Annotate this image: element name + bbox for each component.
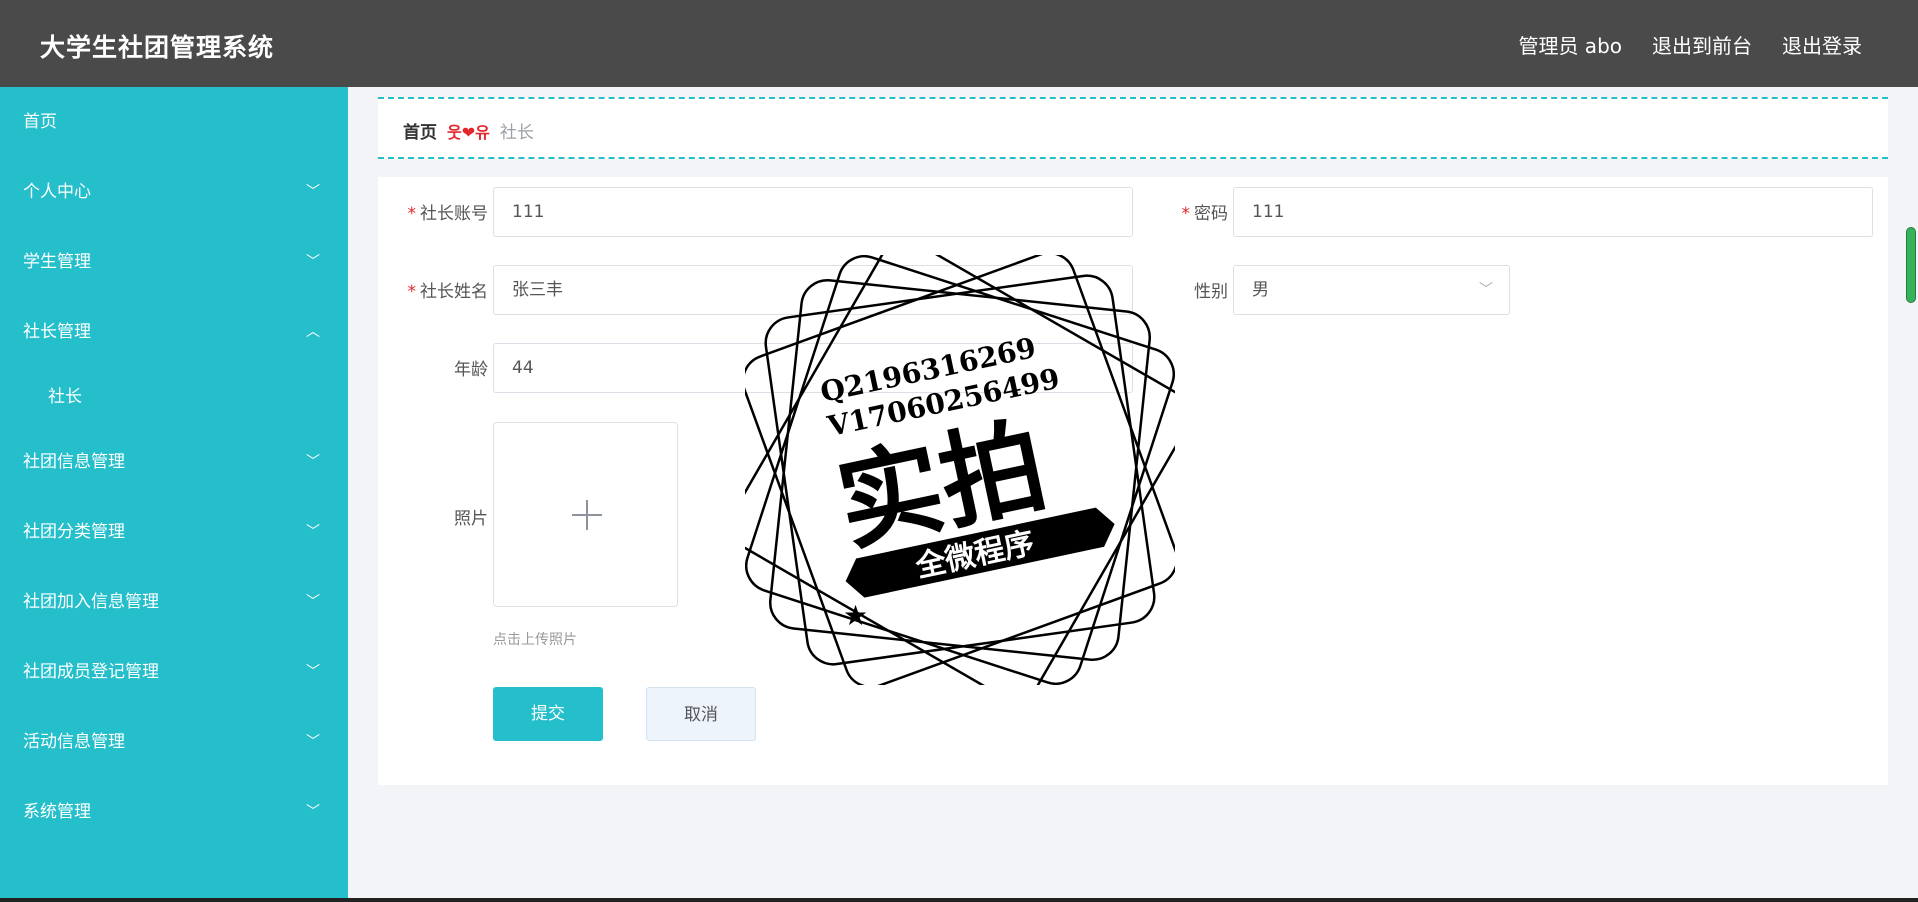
name-value: 张三丰 <box>512 280 563 300</box>
sidebar-item-activity-info[interactable]: 活动信息管理 ﹀ <box>0 707 348 777</box>
bottom-edge <box>0 898 1918 902</box>
sidebar-item-label: 社团成员登记管理 <box>23 662 159 682</box>
cancel-button[interactable]: 取消 <box>646 687 756 741</box>
sidebar-item-president-management[interactable]: 社长管理 ︿ <box>0 297 348 367</box>
password-input[interactable]: 111 <box>1233 187 1873 237</box>
chevron-down-icon: ﹀ <box>306 664 320 680</box>
top-header: 大学生社团管理系统 管理员 abo 退出到前台 退出登录 <box>0 0 1918 87</box>
sidebar-item-label: 首页 <box>23 112 57 132</box>
required-marker: * <box>407 282 417 302</box>
chevron-down-icon: ﹀ <box>306 454 320 470</box>
sidebar-item-student-management[interactable]: 学生管理 ﹀ <box>0 227 348 297</box>
sidebar-item-label: 社团信息管理 <box>23 452 125 472</box>
account-value: 111 <box>512 202 545 222</box>
age-input[interactable]: 44 <box>493 343 1133 393</box>
required-marker: * <box>1181 204 1191 224</box>
upload-hint: 点击上传照片 <box>493 632 577 648</box>
sidebar-item-personal-center[interactable]: 个人中心 ﹀ <box>0 157 348 227</box>
account-input[interactable]: 111 <box>493 187 1133 237</box>
password-label: * 密码 <box>1118 199 1229 224</box>
sidebar-subitem-president[interactable]: 社长 <box>0 367 348 427</box>
logout-link[interactable]: 退出登录 <box>1782 30 1862 59</box>
password-label-text: 密码 <box>1194 204 1228 224</box>
breadcrumb-bar: 首页 웃❤유 社长 <box>378 97 1888 159</box>
sidebar-item-label: 学生管理 <box>23 252 91 272</box>
sidebar-item-member-registration[interactable]: 社团成员登记管理 ﹀ <box>0 637 348 707</box>
sidebar-item-club-join[interactable]: 社团加入信息管理 ﹀ <box>0 567 348 637</box>
breadcrumb: 首页 웃❤유 社长 <box>403 118 534 144</box>
password-value: 111 <box>1252 202 1285 222</box>
sidebar-item-label: 社团加入信息管理 <box>23 592 159 612</box>
account-label: * 社长账号 <box>378 199 489 224</box>
account-label-text: 社长账号 <box>420 204 488 224</box>
sidebar: 首页 个人中心 ﹀ 学生管理 ﹀ 社长管理 ︿ 社长 社团信息管理 ﹀ 社团分类… <box>0 87 348 899</box>
chevron-down-icon: ﹀ <box>306 734 320 750</box>
sidebar-item-label: 活动信息管理 <box>23 732 125 752</box>
photo-label: 照片 <box>378 504 488 529</box>
app-title: 大学生社团管理系统 <box>40 33 275 62</box>
sidebar-item-club-info[interactable]: 社团信息管理 ﹀ <box>0 427 348 497</box>
submit-button[interactable]: 提交 <box>493 687 603 741</box>
gender-label: 性别 <box>1118 277 1228 302</box>
gender-label-text: 性别 <box>1194 282 1228 302</box>
breadcrumb-separator: 웃❤유 <box>447 122 490 142</box>
chevron-down-icon: ﹀ <box>306 524 320 540</box>
name-label-text: 社长姓名 <box>420 282 488 302</box>
scrollbar-thumb[interactable] <box>1906 227 1916 303</box>
breadcrumb-home[interactable]: 首页 <box>403 118 437 143</box>
photo-label-text: 照片 <box>454 509 488 529</box>
name-input[interactable]: 张三丰 <box>493 265 1133 315</box>
age-label-text: 年龄 <box>454 360 488 380</box>
chevron-down-icon: ﹀ <box>306 254 320 270</box>
sidebar-item-label: 社长管理 <box>23 322 91 342</box>
sidebar-item-label: 个人中心 <box>23 182 91 202</box>
photo-upload[interactable] <box>493 422 678 607</box>
required-marker: * <box>407 204 417 224</box>
chevron-down-icon: ﹀ <box>1479 282 1493 298</box>
top-actions: 管理员 abo 退出到前台 退出登录 <box>1518 30 1862 59</box>
chevron-down-icon: ﹀ <box>306 184 320 200</box>
sidebar-item-system-management[interactable]: 系统管理 ﹀ <box>0 777 348 847</box>
sidebar-item-label: 系统管理 <box>23 802 91 822</box>
sidebar-item-label: 社团分类管理 <box>23 522 125 542</box>
chevron-down-icon: ﹀ <box>306 594 320 610</box>
main-content: 首页 웃❤유 社长 * 社长账号 111 * 密码 111 * 社长姓名 张三丰 性别 <box>348 87 1918 899</box>
gender-select[interactable]: 男 ﹀ <box>1233 265 1510 315</box>
president-form: *社长账号 111 *密码 111 *社长姓名 张三丰 性别 男 ﹀ 年龄 <box>378 177 1888 785</box>
sidebar-subitem-label: 社长 <box>48 387 82 407</box>
age-label: 年龄 <box>378 355 488 380</box>
back-to-front-link[interactable]: 退出到前台 <box>1652 30 1752 59</box>
chevron-down-icon: ﹀ <box>306 804 320 820</box>
admin-user-label[interactable]: 管理员 abo <box>1518 30 1622 59</box>
gender-value: 男 <box>1252 280 1269 300</box>
sidebar-item-club-category[interactable]: 社团分类管理 ﹀ <box>0 497 348 567</box>
plus-icon-vertical <box>586 500 588 530</box>
breadcrumb-current: 社长 <box>499 123 534 143</box>
name-label: * 社长姓名 <box>378 277 489 302</box>
sidebar-item-home[interactable]: 首页 <box>0 87 348 157</box>
age-value: 44 <box>512 358 534 378</box>
chevron-up-icon: ︿ <box>306 324 320 340</box>
